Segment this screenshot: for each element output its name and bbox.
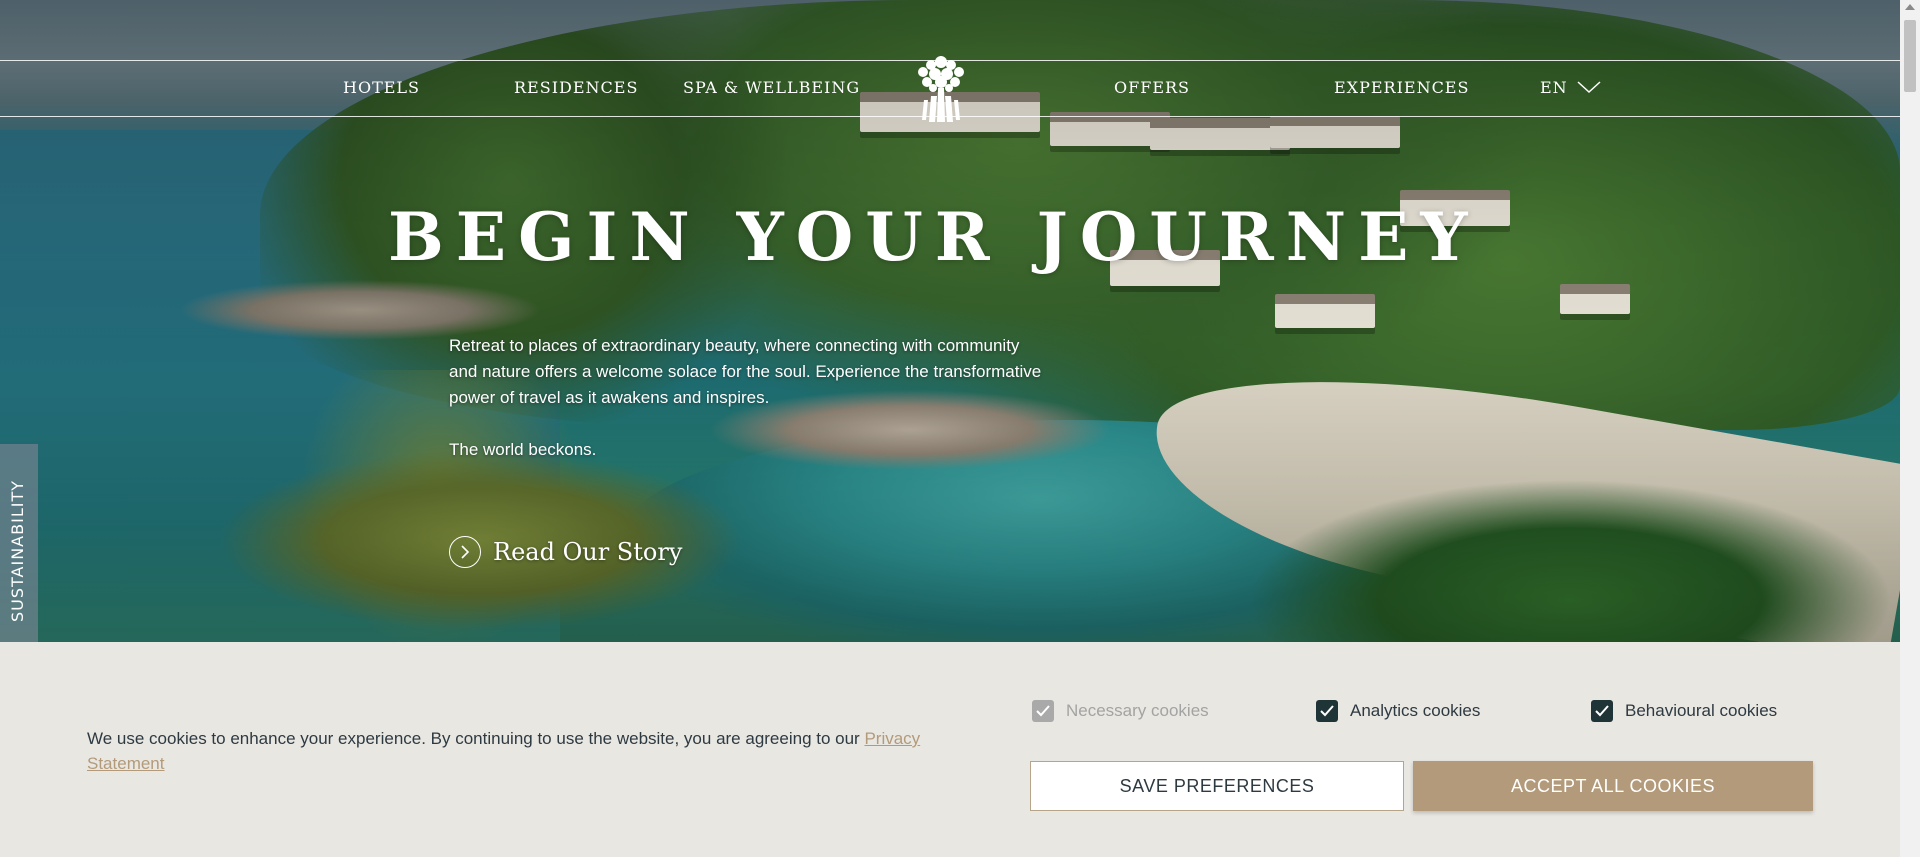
necessary-cookies-label: Necessary cookies (1066, 701, 1209, 720)
scrollbar-thumb[interactable] (1904, 20, 1916, 92)
behavioural-cookies-checkbox[interactable]: Behavioural cookies (1591, 700, 1777, 722)
cookie-message: We use cookies to enhance your experienc… (87, 726, 927, 776)
accept-all-cookies-button[interactable]: ACCEPT ALL COOKIES (1413, 761, 1813, 811)
checkbox-checked-icon[interactable] (1316, 700, 1338, 722)
save-preferences-button[interactable]: SAVE PREFERENCES (1030, 761, 1404, 811)
sustainability-label: SUSTAINABILITY (8, 479, 27, 622)
hero-title: BEGIN YOUR JOURNEY (388, 198, 1480, 276)
analytics-cookies-checkbox[interactable]: Analytics cookies (1316, 700, 1480, 722)
read-our-story-label: Read Our Story (493, 538, 683, 566)
cookie-message-text: We use cookies to enhance your experienc… (87, 729, 865, 748)
analytics-cookies-label: Analytics cookies (1350, 701, 1481, 720)
read-our-story-link[interactable]: Read Our Story (449, 536, 682, 568)
nav-item-experiences[interactable]: EXPERIENCES (1334, 78, 1469, 97)
cookie-banner: We use cookies to enhance your experienc… (0, 642, 1900, 857)
nav-item-residences[interactable]: RESIDENCES (514, 78, 638, 97)
necessary-cookies-checkbox: Necessary cookies (1032, 700, 1209, 722)
sustainability-tab[interactable]: SUSTAINABILITY (0, 444, 38, 642)
scroll-up-arrow-icon[interactable] (1905, 4, 1915, 10)
tree-logo-icon[interactable] (913, 52, 969, 124)
hero-tagline: The world beckons. (449, 440, 597, 459)
hero-description: Retreat to places of extraordinary beaut… (449, 333, 1049, 489)
chevron-right-circle-icon (449, 536, 481, 568)
scrollbar[interactable] (1900, 0, 1920, 857)
nav-item-hotels[interactable]: HOTELS (343, 78, 420, 97)
nav-item-spa-wellbeing[interactable]: SPA & WELLBEING (683, 78, 860, 97)
nav-item-offers[interactable]: OFFERS (1114, 78, 1190, 97)
chevron-down-icon[interactable] (1577, 80, 1601, 94)
checkbox-checked-icon (1032, 700, 1054, 722)
checkbox-checked-icon[interactable] (1591, 700, 1613, 722)
hero-paragraph: Retreat to places of extraordinary beaut… (449, 336, 1042, 407)
behavioural-cookies-label: Behavioural cookies (1625, 701, 1778, 720)
language-selector[interactable]: EN (1540, 78, 1568, 97)
